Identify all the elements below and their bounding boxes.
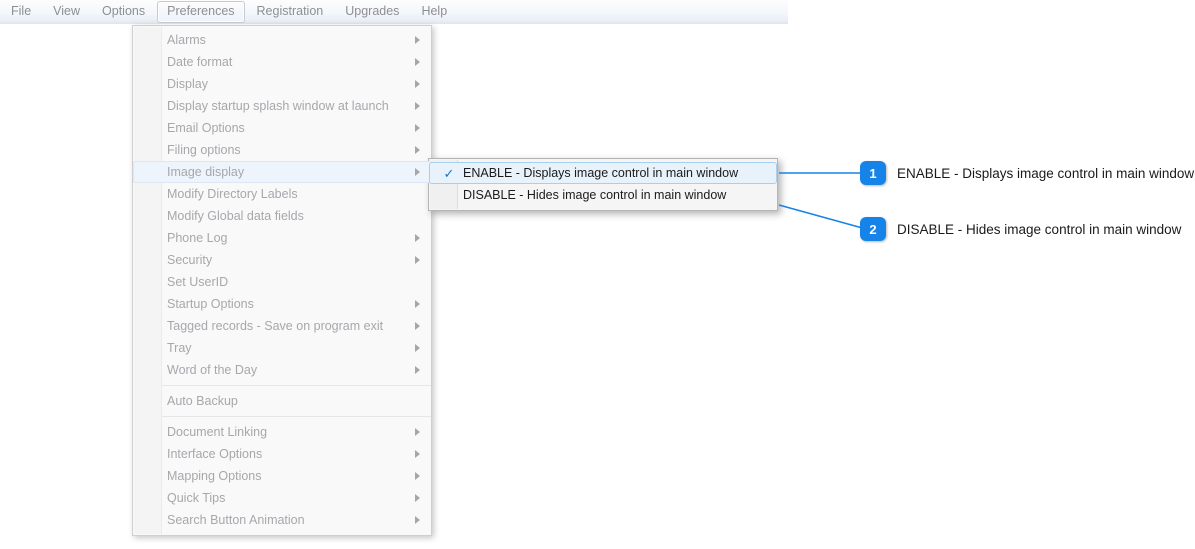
menu-item-label: Image display xyxy=(167,165,245,179)
menu-item-set-userid[interactable]: Set UserID xyxy=(133,271,431,293)
submenu-item-enable[interactable]: ✓ ENABLE - Displays image control in mai… xyxy=(429,162,777,184)
submenu-item-disable[interactable]: DISABLE - Hides image control in main wi… xyxy=(429,184,777,206)
menu-item-image-display[interactable]: Image display xyxy=(133,161,431,183)
submenu-arrow-icon xyxy=(415,428,420,436)
callout-badge-number: 2 xyxy=(860,217,886,241)
menu-item-label: Display startup splash window at launch xyxy=(167,99,389,113)
submenu-arrow-icon xyxy=(415,366,420,374)
menu-item-label: Auto Backup xyxy=(167,394,238,408)
callout-description: ENABLE - Displays image control in main … xyxy=(897,165,1195,181)
submenu-arrow-icon xyxy=(415,102,420,110)
callout-badge-number: 1 xyxy=(860,161,886,185)
menu-item-search-button-animation[interactable]: Search Button Animation xyxy=(133,509,431,531)
preferences-dropdown-menu: Alarms Date format Display Display start… xyxy=(132,25,432,536)
submenu-arrow-icon xyxy=(415,168,420,176)
menu-item-label: Tray xyxy=(167,341,192,355)
checkmark-icon: ✓ xyxy=(443,165,455,181)
menu-item-mapping-options[interactable]: Mapping Options xyxy=(133,465,431,487)
menu-item-label: Startup Options xyxy=(167,297,254,311)
submenu-arrow-icon xyxy=(415,256,420,264)
menu-item-label: Quick Tips xyxy=(167,491,226,505)
submenu-arrow-icon xyxy=(415,234,420,242)
menu-item-display-startup-splash[interactable]: Display startup splash window at launch xyxy=(133,95,431,117)
menu-item-label: Document Linking xyxy=(167,425,268,439)
menubar-item-help[interactable]: Help xyxy=(411,1,457,23)
menu-item-email-options[interactable]: Email Options xyxy=(133,117,431,139)
menubar-item-registration[interactable]: Registration xyxy=(247,1,334,23)
menu-item-word-of-the-day[interactable]: Word of the Day xyxy=(133,359,431,381)
callout-2: 2 DISABLE - Hides image control in main … xyxy=(860,217,1181,241)
menu-item-label: Alarms xyxy=(167,33,206,47)
menu-item-label: Mapping Options xyxy=(167,469,262,483)
menu-item-date-format[interactable]: Date format xyxy=(133,51,431,73)
menubar-item-file[interactable]: File xyxy=(1,1,41,23)
menu-item-label: Word of the Day xyxy=(167,363,258,377)
submenu-arrow-icon xyxy=(415,58,420,66)
menu-separator xyxy=(162,385,431,386)
menu-item-phone-log[interactable]: Phone Log xyxy=(133,227,431,249)
menu-item-label: Tagged records - Save on program exit xyxy=(167,319,384,333)
menu-bar: File View Options Preferences Registrati… xyxy=(0,0,788,24)
menu-item-label: Security xyxy=(167,253,213,267)
menu-separator xyxy=(162,416,431,417)
submenu-arrow-icon xyxy=(415,124,420,132)
submenu-arrow-icon xyxy=(415,322,420,330)
submenu-arrow-icon xyxy=(415,146,420,154)
submenu-arrow-icon xyxy=(415,494,420,502)
menu-item-filing-options[interactable]: Filing options xyxy=(133,139,431,161)
submenu-arrow-icon xyxy=(415,80,420,88)
menu-item-tray[interactable]: Tray xyxy=(133,337,431,359)
submenu-arrow-icon xyxy=(415,344,420,352)
menu-item-label: Search Button Animation xyxy=(167,513,305,527)
image-display-submenu: ✓ ENABLE - Displays image control in mai… xyxy=(428,158,778,211)
menu-item-label: Email Options xyxy=(167,121,245,135)
menu-item-label: Modify Global data fields xyxy=(167,209,304,223)
submenu-arrow-icon xyxy=(415,472,420,480)
menu-item-label: Interface Options xyxy=(167,447,263,461)
submenu-arrow-icon xyxy=(415,36,420,44)
callout-1: 1 ENABLE - Displays image control in mai… xyxy=(860,161,1194,185)
menu-item-modify-global-data-fields[interactable]: Modify Global data fields xyxy=(133,205,431,227)
menu-item-tagged-records[interactable]: Tagged records - Save on program exit xyxy=(133,315,431,337)
menu-item-label: Display xyxy=(167,77,208,91)
menubar-item-upgrades[interactable]: Upgrades xyxy=(335,1,409,23)
menu-item-alarms[interactable]: Alarms xyxy=(133,29,431,51)
menubar-item-preferences[interactable]: Preferences xyxy=(157,0,245,23)
menu-item-label: Phone Log xyxy=(167,231,228,245)
submenu-arrow-icon xyxy=(415,450,420,458)
menu-item-quick-tips[interactable]: Quick Tips xyxy=(133,487,431,509)
submenu-arrow-icon xyxy=(415,300,420,308)
submenu-item-label: ENABLE - Displays image control in main … xyxy=(463,165,739,180)
menubar-item-options[interactable]: Options xyxy=(92,1,155,23)
menu-item-display[interactable]: Display xyxy=(133,73,431,95)
menu-item-document-linking[interactable]: Document Linking xyxy=(133,421,431,443)
menu-item-label: Modify Directory Labels xyxy=(167,187,298,201)
menu-item-label: Set UserID xyxy=(167,275,229,289)
menu-item-auto-backup[interactable]: Auto Backup xyxy=(133,390,431,412)
menu-item-interface-options[interactable]: Interface Options xyxy=(133,443,431,465)
callout-description: DISABLE - Hides image control in main wi… xyxy=(897,221,1182,237)
submenu-item-label: DISABLE - Hides image control in main wi… xyxy=(463,187,727,202)
connector-line-2 xyxy=(778,204,867,230)
menu-item-label: Filing options xyxy=(167,143,241,157)
menu-item-security[interactable]: Security xyxy=(133,249,431,271)
menu-item-modify-directory-labels[interactable]: Modify Directory Labels xyxy=(133,183,431,205)
menubar-item-view[interactable]: View xyxy=(43,1,90,23)
menu-item-label: Date format xyxy=(167,55,233,69)
submenu-arrow-icon xyxy=(415,516,420,524)
menu-item-startup-options[interactable]: Startup Options xyxy=(133,293,431,315)
